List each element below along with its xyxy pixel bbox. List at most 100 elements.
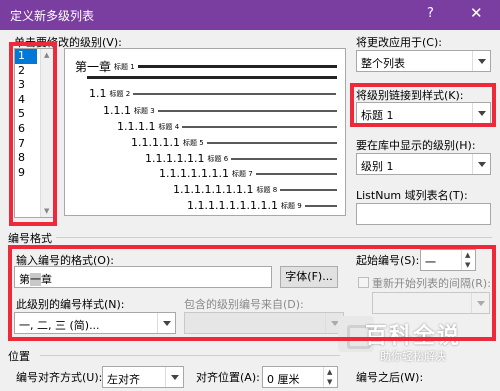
- preview-row: 1.1 标题 2: [89, 87, 337, 100]
- gallery-level-select[interactable]: 级别 1: [356, 153, 491, 175]
- preview-line: [280, 188, 338, 191]
- number-format-value: 第一章: [19, 273, 52, 286]
- preview-row: 1.1.1.1.1 标题 5: [131, 136, 337, 149]
- scroll-down-icon[interactable]: ▼: [44, 207, 49, 215]
- link-style-value: 标题 1: [361, 109, 394, 122]
- preview-heading: 标题 8: [256, 185, 278, 194]
- link-style-select[interactable]: 标题 1: [356, 102, 491, 124]
- include-level-select[interactable]: [184, 312, 344, 334]
- include-level-label: 包含的级别编号来自(D):: [184, 298, 304, 311]
- preview-line: [182, 125, 338, 128]
- preview-row: 1.1.1.1.1.1.1.1 标题 8: [173, 183, 338, 196]
- level-item[interactable]: 3: [15, 78, 37, 93]
- apply-to-select[interactable]: 整个列表: [356, 50, 491, 72]
- preview-line: [137, 65, 337, 68]
- preview-row: 1.1.1.1.1.1.1 标题 7: [159, 167, 337, 180]
- preview-heading: 标题 9: [280, 201, 302, 210]
- spinner-buttons[interactable]: ▲ ▼: [323, 367, 337, 387]
- listnum-label: ListNum 域列表名(T):: [356, 189, 468, 202]
- level-item[interactable]: 2: [15, 64, 37, 79]
- preview-heading: 标题 1: [114, 62, 135, 71]
- watermark: 百科全说 助你轻松解决: [338, 310, 488, 370]
- preview-line: [304, 204, 337, 207]
- gallery-level-value: 级别 1: [361, 160, 394, 173]
- preview-number: 1.1.1.1.1.1.1: [159, 167, 229, 180]
- preview-line: [157, 109, 337, 112]
- window-title: 定义新多级列表: [10, 9, 95, 23]
- level-listbox[interactable]: 123456789 ▲ ▼: [14, 48, 54, 218]
- section-divider: [56, 237, 492, 238]
- level-item[interactable]: 7: [15, 137, 37, 152]
- preview-row: 第一章 标题 1: [75, 58, 337, 75]
- preview-number: 1.1.1.1.1.1.1.1.1: [187, 199, 278, 212]
- chevron-down-icon[interactable]: [157, 313, 175, 333]
- number-style-select[interactable]: 一, 二, 三 (简)...: [14, 312, 176, 334]
- restart-list-checkbox[interactable]: [358, 277, 369, 288]
- scroll-up-icon[interactable]: ▲: [44, 51, 49, 59]
- spin-down-icon[interactable]: ▼: [327, 378, 332, 386]
- chevron-down-icon[interactable]: [472, 154, 490, 174]
- level-item[interactable]: 1: [15, 49, 37, 64]
- preview-number: 1.1.1.1.1.1: [145, 152, 205, 165]
- preview-row: 1.1.1 标题 3: [103, 104, 337, 117]
- preview-number: 第一章: [75, 60, 112, 74]
- align-select[interactable]: 左对齐: [102, 366, 184, 388]
- watermark-slogan: 助你轻松解决: [380, 350, 446, 363]
- number-style-value: 一, 二, 三 (简)...: [19, 319, 100, 332]
- preview-divider: [87, 76, 337, 79]
- number-format-heading: 编号格式: [8, 232, 52, 245]
- preview-number: 1.1.1.1.1.1.1.1: [173, 183, 254, 196]
- list-preview: 第一章 标题 1 1.1 标题 2 1.1.1 标题 3 1.1.1.1 标题 4 1.1.1.…: [64, 48, 346, 216]
- watermark-brand: 百科全说: [364, 324, 461, 349]
- title-bar: 定义新多级列表 ? ✕: [0, 0, 500, 30]
- number-style-label: 此级别的编号样式(N):: [16, 298, 125, 311]
- level-item[interactable]: 9: [15, 166, 37, 181]
- preview-number: 1.1.1: [103, 104, 131, 117]
- preview-heading: 标题 4: [158, 122, 180, 131]
- spinner-buttons[interactable]: ▲ ▼: [461, 250, 475, 270]
- apply-to-label: 将更改应用于(C):: [356, 36, 442, 49]
- preview-line: [206, 141, 337, 144]
- preview-row: 1.1.1.1.1.1 标题 6: [145, 152, 338, 165]
- start-at-value: 一: [425, 256, 436, 269]
- preview-number: 1.1.1.1.1: [131, 136, 180, 149]
- preview-heading: 标题 7: [231, 169, 253, 178]
- link-style-label: 将级别链接到样式(K):: [356, 89, 464, 102]
- spin-up-icon[interactable]: ▲: [465, 251, 470, 259]
- level-item[interactable]: 4: [15, 93, 37, 108]
- preview-line: [255, 172, 337, 175]
- start-at-label: 起始编号(S):: [356, 254, 420, 267]
- level-item[interactable]: 6: [15, 122, 37, 137]
- preview-heading: 标题 3: [134, 106, 155, 115]
- align-value: 左对齐: [107, 373, 140, 386]
- level-item[interactable]: 5: [15, 107, 37, 122]
- spin-up-icon[interactable]: ▲: [327, 368, 332, 376]
- preview-heading: 标题 5: [182, 138, 204, 147]
- listbox-scrollbar[interactable]: ▲ ▼: [40, 49, 53, 217]
- spin-down-icon[interactable]: ▼: [465, 261, 470, 269]
- number-format-input[interactable]: 第一章: [14, 266, 272, 288]
- restart-list-label: 重新开始列表的间隔(R):: [372, 277, 491, 290]
- listnum-input[interactable]: [356, 203, 491, 225]
- preview-heading: 标题 2: [109, 89, 131, 98]
- align-at-value: 0 厘米: [267, 373, 300, 386]
- close-icon[interactable]: ✕: [470, 4, 483, 22]
- preview-row: 1.1.1.1 标题 4: [117, 120, 338, 133]
- preview-line: [231, 157, 338, 160]
- preview-number: 1.1.1.1: [117, 120, 156, 133]
- apply-to-value: 整个列表: [361, 57, 405, 70]
- font-button[interactable]: 字体(F)...: [280, 266, 338, 288]
- start-at-spinner[interactable]: 一 ▲ ▼: [420, 249, 476, 271]
- chevron-down-icon[interactable]: [472, 103, 490, 123]
- preview-number: 1.1: [89, 87, 107, 100]
- position-heading: 位置: [8, 350, 30, 363]
- gallery-level-label: 要在库中显示的级别(H):: [356, 139, 476, 152]
- chevron-down-icon[interactable]: [472, 51, 490, 71]
- help-button[interactable]: ?: [427, 6, 434, 21]
- section-divider: [40, 355, 340, 356]
- chevron-down-icon[interactable]: [165, 367, 183, 387]
- level-item[interactable]: 8: [15, 151, 37, 166]
- align-label: 编号对齐方式(U):: [16, 371, 103, 384]
- follow-number-label: 编号之后(W):: [356, 371, 424, 384]
- align-at-spinner[interactable]: 0 厘米 ▲ ▼: [262, 366, 338, 388]
